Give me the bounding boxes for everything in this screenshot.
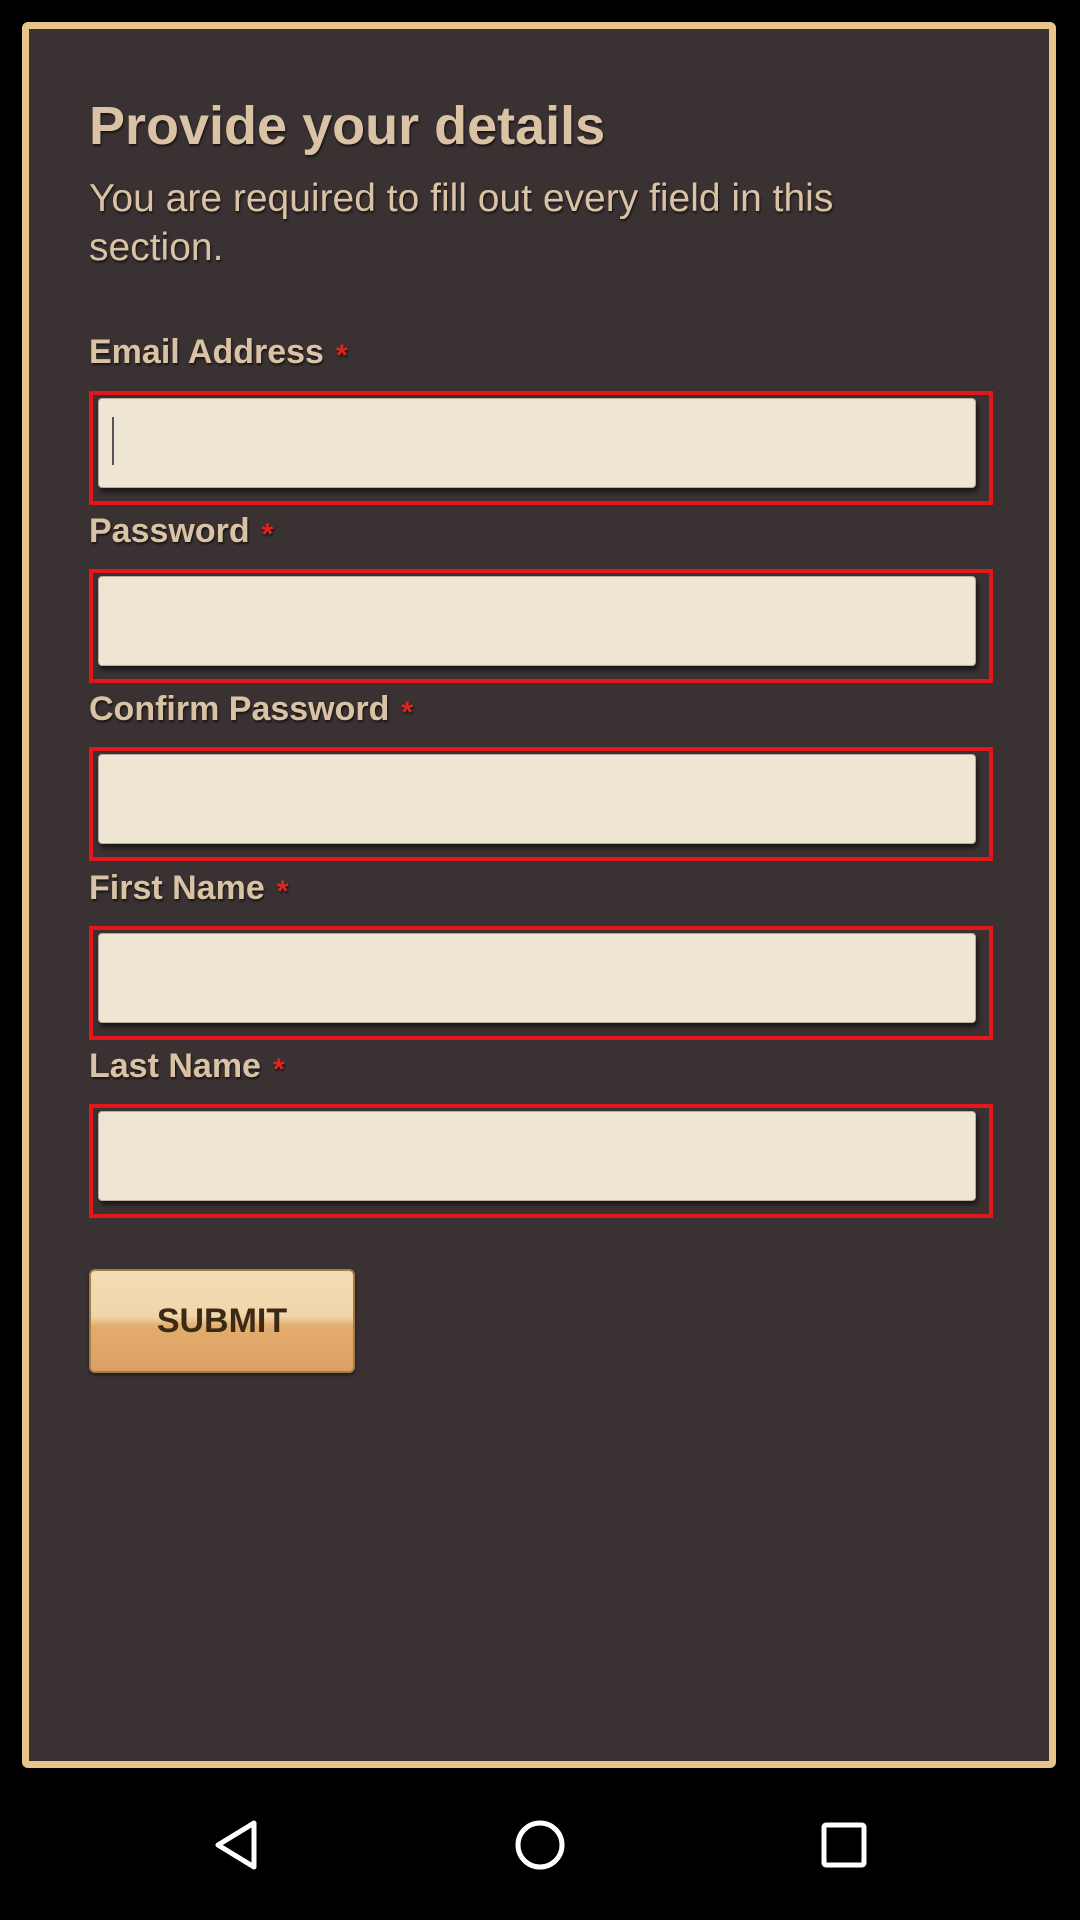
required-marker: *: [401, 696, 414, 729]
password-label: Password *: [89, 512, 273, 551]
first-name-label: First Name *: [89, 869, 288, 908]
last-name-label-text: Last Name: [89, 1047, 261, 1085]
submit-button[interactable]: SUBMIT: [89, 1269, 355, 1373]
required-marker: *: [261, 518, 274, 551]
text-cursor: [112, 417, 114, 465]
last-name-field[interactable]: [98, 1111, 976, 1201]
password-label-text: Password: [89, 512, 250, 550]
confirm-password-field[interactable]: [98, 754, 976, 844]
back-icon: [215, 1820, 257, 1870]
confirm-password-label: Confirm Password *: [89, 690, 413, 729]
navigation-bar: [0, 1770, 1080, 1920]
first-name-field-frame: [89, 926, 993, 1040]
form-title: Provide your details: [89, 96, 606, 156]
email-field[interactable]: [98, 398, 976, 488]
recents-icon: [821, 1822, 867, 1868]
confirm-password-label-text: Confirm Password: [89, 690, 390, 728]
password-field[interactable]: [98, 576, 976, 666]
screen: Provide your details You are required to…: [0, 0, 1080, 1920]
required-marker: *: [335, 339, 348, 372]
email-field-frame: [89, 391, 993, 505]
required-marker: *: [276, 875, 289, 908]
form-panel: Provide your details You are required to…: [22, 22, 1056, 1768]
form-subtitle: You are required to fill out every field…: [89, 177, 834, 269]
last-name-label: Last Name *: [89, 1047, 285, 1086]
recents-button[interactable]: [784, 1770, 904, 1920]
email-label-text: Email Address: [89, 333, 324, 371]
home-icon: [515, 1820, 565, 1870]
required-marker: *: [272, 1053, 285, 1086]
email-label: Email Address *: [89, 333, 348, 372]
confirm-password-field-frame: [89, 747, 993, 861]
first-name-label-text: First Name: [89, 869, 265, 907]
home-button[interactable]: [480, 1770, 600, 1920]
back-button[interactable]: [176, 1770, 296, 1920]
first-name-field[interactable]: [98, 933, 976, 1023]
password-field-frame: [89, 569, 993, 683]
last-name-field-frame: [89, 1104, 993, 1218]
